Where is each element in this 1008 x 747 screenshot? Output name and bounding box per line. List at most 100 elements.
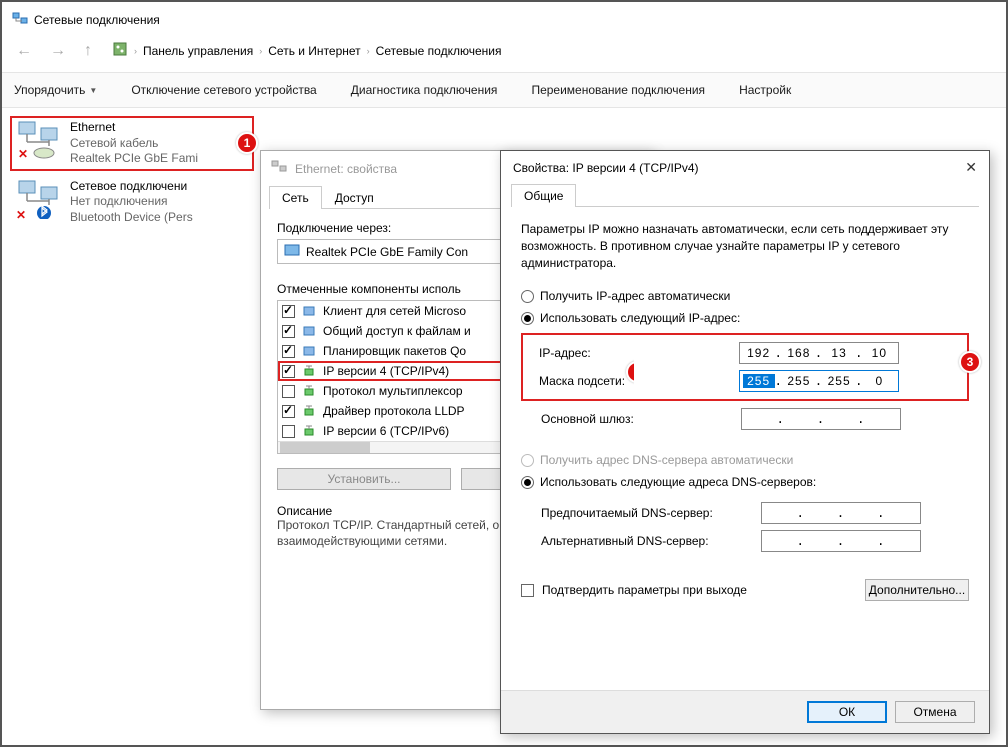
connection-bluetooth[interactable]: ✕ Сетевое подключени Нет подключения Blu… [10, 175, 254, 230]
connection-text: Сетевое подключени Нет подключения Bluet… [70, 179, 193, 226]
connection-text: Ethernet Сетевой кабель Realtek PCIe GbE… [70, 120, 198, 167]
radio-auto-ip[interactable]: Получить IP-адрес автоматически [521, 285, 969, 307]
checkbox-icon[interactable] [282, 425, 295, 438]
titlebar: Сетевые подключения [2, 2, 1006, 37]
subnet-mask-label: Маска подсети: [539, 374, 729, 388]
radio-manual-dns[interactable]: Использовать следующие адреса DNS-сервер… [521, 471, 969, 493]
component-label: IP версии 4 (TCP/IPv4) [323, 364, 449, 378]
svg-text:✕: ✕ [16, 208, 26, 219]
tab-access[interactable]: Доступ [322, 186, 387, 209]
toolbar: Упорядочить▼ Отключение сетевого устройс… [2, 72, 1006, 108]
window-title: Сетевые подключения [34, 13, 160, 27]
chevron-down-icon: ▼ [89, 86, 97, 95]
ok-button[interactable]: ОК [807, 701, 887, 723]
dns2-input[interactable]: ... [761, 530, 921, 552]
connection-ethernet[interactable]: ✕ Ethernet Сетевой кабель Realtek PCIe G… [10, 116, 254, 171]
breadcrumb-item[interactable]: Панель управления [143, 44, 253, 58]
checkbox-icon[interactable] [282, 305, 295, 318]
gateway-label: Основной шлюз: [541, 412, 731, 426]
nav-back-icon[interactable]: ← [12, 42, 36, 60]
adapter-name: Realtek PCIe GbE Family Con [306, 245, 468, 259]
breadcrumb[interactable]: › Панель управления › Сеть и Интернет › … [106, 39, 507, 62]
dns1-input[interactable]: ... [761, 502, 921, 524]
dialog-titlebar: Свойства: IP версии 4 (TCP/IPv4) ✕ [501, 151, 989, 184]
cancel-button[interactable]: Отмена [895, 701, 975, 723]
breadcrumb-item[interactable]: Сеть и Интернет [268, 44, 360, 58]
bluetooth-adapter-icon: ✕ [14, 179, 62, 219]
connection-status: Сетевой кабель [70, 136, 198, 152]
nav-up-icon[interactable]: ↑ [80, 42, 96, 60]
disable-device-button[interactable]: Отключение сетевого устройства [129, 79, 318, 101]
close-icon[interactable]: ✕ [965, 159, 977, 176]
step-badge-3: 3 [959, 351, 981, 373]
gateway-input[interactable]: ... [741, 408, 901, 430]
component-label: Драйвер протокола LLDP [323, 404, 465, 418]
nav-forward-icon[interactable]: → [46, 42, 70, 60]
checkbox-icon[interactable] [282, 405, 295, 418]
settings-button[interactable]: Настройк [737, 79, 793, 101]
chevron-right-icon: › [367, 46, 370, 56]
dns1-label: Предпочитаемый DNS-сервер: [541, 506, 751, 520]
checkbox-icon[interactable] [282, 385, 295, 398]
network-icon [12, 10, 28, 29]
ip-address-input[interactable]: 192. 168. 13. 10 [739, 342, 899, 364]
proto-icon [301, 403, 317, 419]
dialog-title-text: Свойства: IP версии 4 (TCP/IPv4) [513, 161, 699, 175]
tabs: Общие [511, 184, 979, 207]
dns2-label: Альтернативный DNS-сервер: [541, 534, 751, 548]
radio-icon [521, 454, 534, 467]
component-label: Клиент для сетей Microso [323, 304, 466, 318]
component-label: Общий доступ к файлам и [323, 324, 471, 338]
connection-device: Bluetooth Device (Pers [70, 210, 193, 226]
adapter-icon [284, 244, 300, 259]
checkbox-icon[interactable] [282, 365, 295, 378]
component-label: Планировщик пакетов Qo [323, 344, 466, 358]
rename-button[interactable]: Переименование подключения [529, 79, 707, 101]
advanced-button[interactable]: Дополнительно... [865, 579, 969, 601]
ip-address-label: IP-адрес: [539, 346, 729, 360]
control-panel-icon [112, 41, 128, 60]
share-icon [301, 323, 317, 339]
install-button[interactable]: Установить... [277, 468, 451, 490]
connection-name: Сетевое подключени [70, 179, 193, 195]
connection-list: ✕ Ethernet Сетевой кабель Realtek PCIe G… [2, 108, 262, 242]
radio-icon [521, 476, 534, 489]
tab-general[interactable]: Общие [511, 184, 576, 207]
tab-network[interactable]: Сеть [269, 186, 322, 209]
checkbox-icon[interactable] [282, 325, 295, 338]
radio-icon [521, 312, 534, 325]
dialog-footer: ОК Отмена [501, 690, 989, 733]
nav-row: ← → ↑ › Панель управления › Сеть и Интер… [2, 37, 1006, 72]
client-icon [301, 303, 317, 319]
diagnose-button[interactable]: Диагностика подключения [349, 79, 500, 101]
subnet-mask-input[interactable]: 255. 255. 255. 0 [739, 370, 899, 392]
checkbox-icon[interactable] [282, 345, 295, 358]
validate-label: Подтвердить параметры при выходе [542, 583, 747, 597]
breadcrumb-item[interactable]: Сетевые подключения [376, 44, 502, 58]
proto-icon [301, 363, 317, 379]
component-label: Протокол мультиплексор [323, 384, 463, 398]
chevron-right-icon: › [259, 46, 262, 56]
ipv4-properties-dialog: Свойства: IP версии 4 (TCP/IPv4) ✕ Общие… [500, 150, 990, 734]
radio-manual-ip[interactable]: Использовать следующий IP-адрес: [521, 307, 969, 329]
step-badge-1: 1 [236, 132, 258, 154]
ethernet-adapter-icon: ✕ [14, 120, 62, 160]
proto-icon [301, 383, 317, 399]
connection-device: Realtek PCIe GbE Fami [70, 151, 198, 167]
svg-text:✕: ✕ [18, 147, 28, 160]
connection-status: Нет подключения [70, 194, 193, 210]
radio-auto-dns: Получить адрес DNS-сервера автоматически [521, 449, 969, 471]
validate-checkbox-row[interactable]: Подтвердить параметры при выходе Дополни… [521, 579, 969, 601]
info-text: Параметры IP можно назначать автоматичес… [521, 221, 969, 271]
dialog-body: Параметры IP можно назначать автоматичес… [501, 207, 989, 615]
network-icon [271, 159, 287, 178]
proto-icon [301, 423, 317, 439]
radio-icon [521, 290, 534, 303]
connection-name: Ethernet [70, 120, 198, 136]
ip-fields-group: IP-адрес: 192. 168. 13. 10 Маска подсети… [521, 333, 969, 401]
chevron-right-icon: › [134, 46, 137, 56]
component-label: IP версии 6 (TCP/IPv6) [323, 424, 449, 438]
qos-icon [301, 343, 317, 359]
organize-menu[interactable]: Упорядочить▼ [12, 79, 99, 101]
checkbox-icon [521, 584, 534, 597]
